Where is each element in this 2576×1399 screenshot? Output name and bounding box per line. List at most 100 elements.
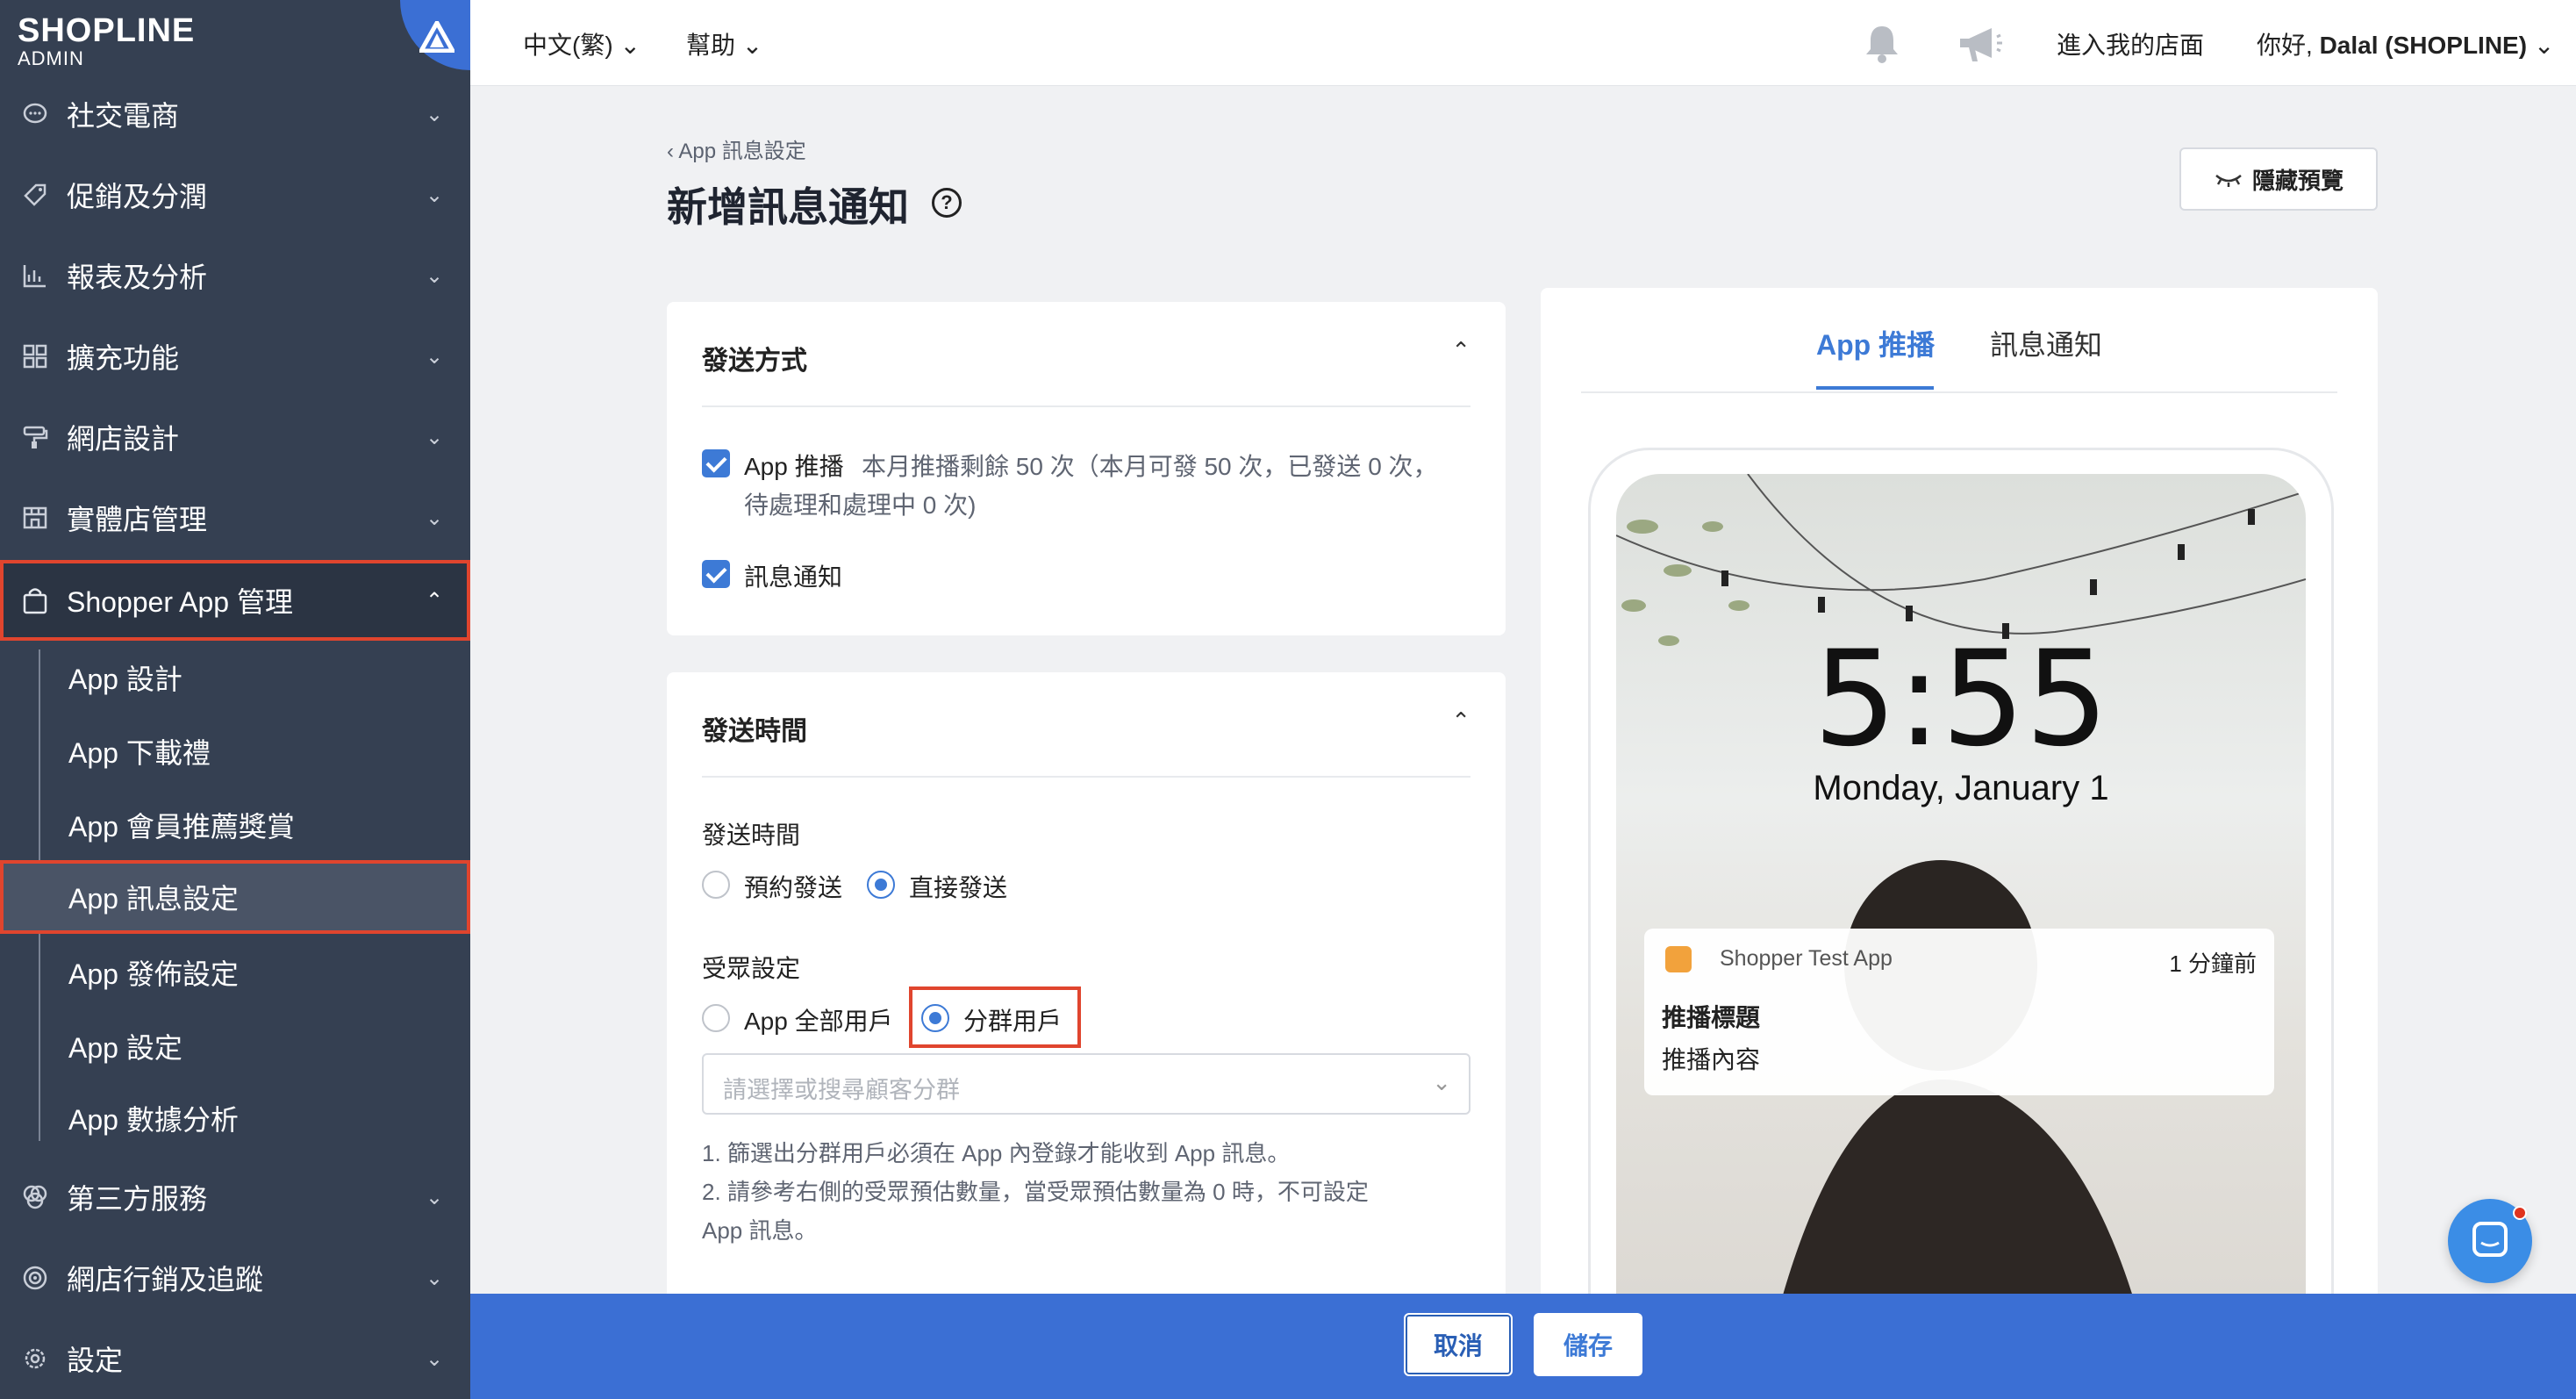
sidebar-item-label: 第三方服務 <box>67 1183 208 1215</box>
megaphone-icon[interactable] <box>1957 23 2004 69</box>
sidebar-subitem-app-settings[interactable]: App 設定 <box>0 1009 470 1083</box>
tab-message[interactable]: 訊息通知 <box>1990 323 2102 363</box>
gear-icon <box>19 1343 51 1374</box>
cancel-button[interactable]: 取消 <box>1404 1313 1513 1376</box>
notification-title: 推播標題 <box>1662 1004 1761 1031</box>
segment-label: 分群用戶 <box>963 1008 1063 1035</box>
hide-preview-button[interactable]: 隱藏預覽 <box>2179 147 2378 211</box>
app-push-quota-note: 本月推播剩餘 50 次（本月可發 50 次，已發送 0 次， <box>862 453 1438 480</box>
all-users-radio[interactable] <box>702 1004 730 1032</box>
app-icon <box>1665 946 1692 972</box>
sidebar-item-label: 設定 <box>67 1345 124 1376</box>
user-name: Dalal (SHOPLINE) <box>2319 32 2528 59</box>
chevron-down-icon: ⌄ <box>425 1266 444 1290</box>
question-circle-icon[interactable]: ? <box>932 188 962 218</box>
target-icon <box>19 1262 51 1294</box>
chevron-down-icon: ⌄ <box>425 344 444 369</box>
app-push-checkbox[interactable] <box>702 449 730 477</box>
sidebar-item-label: 網店設計 <box>67 423 180 455</box>
send-now-label: 直接發送 <box>909 874 1008 901</box>
segment-select[interactable]: 請選擇或搜尋顧客分群 ⌄ <box>702 1053 1470 1115</box>
note-3: App 訊息。 <box>702 1217 818 1244</box>
sidebar-item-label: 擴充功能 <box>67 342 180 374</box>
tabs-divider <box>1581 391 2337 393</box>
divider <box>702 776 1470 778</box>
audience-label: 受眾設定 <box>702 955 801 982</box>
lockscreen-date: Monday, January 1 <box>1813 769 2109 807</box>
chevron-up-icon[interactable]: ⌃ <box>1451 707 1470 735</box>
chevron-down-icon: ⌄ <box>425 102 444 126</box>
paint-brush-icon <box>19 421 51 453</box>
sidebar-subitem-app-referral[interactable]: App 會員推薦獎賞 <box>0 788 470 862</box>
sidebar-item-label: 社交電商 <box>67 100 180 132</box>
push-notification: Shopper Test App 1 分鐘前 推播標題 推播內容 <box>1644 929 2274 1095</box>
sidebar-item-label: 促銷及分潤 <box>67 181 208 212</box>
page-title: 新增訊息通知 <box>667 184 909 230</box>
bell-icon[interactable] <box>1862 23 1902 69</box>
sidebar-item-label: 報表及分析 <box>67 262 208 293</box>
sidebar-subitem-app-download-gift[interactable]: App 下載禮 <box>0 714 470 788</box>
tag-icon <box>19 179 51 211</box>
phone-screen: 5:55 Monday, January 1 Shopper Test App … <box>1616 474 2306 1399</box>
breadcrumb[interactable]: ‹ App 訊息設定 <box>667 133 806 164</box>
topbar: 中文(繁) ⌄ 幫助 ⌄ 進入我的店面 你好, Dalal (SHOPLINE)… <box>470 0 2576 86</box>
notification-app-name: Shopper Test App <box>1720 946 1893 971</box>
puzzle-icon <box>19 1181 51 1213</box>
send-now-radio[interactable] <box>867 871 895 899</box>
segment-radio[interactable] <box>921 1004 949 1032</box>
help-dropdown[interactable]: 幫助 ⌄ <box>686 26 762 61</box>
chevron-up-icon: ⌃ <box>425 588 444 613</box>
send-time-card: 發送時間 ⌃ 發送時間 預約發送 直接發送 受眾設定 App 全部用戶 分群用戶… <box>667 672 1506 1304</box>
tab-app-push[interactable]: App 推播 <box>1816 323 1935 363</box>
sidebar-item-retail-store[interactable]: 實體店管理 ⌄ <box>0 477 470 558</box>
chevron-down-icon: ⌄ <box>1432 1069 1451 1095</box>
message-label: 訊息通知 <box>744 563 843 591</box>
hide-preview-label: 隱藏預覽 <box>2251 167 2343 194</box>
all-users-label: App 全部用戶 <box>744 1008 893 1035</box>
sidebar-item-social-commerce[interactable]: 社交電商 ⌄ <box>0 74 470 154</box>
send-time-title: 發送時間 <box>702 717 807 746</box>
language-dropdown[interactable]: 中文(繁) ⌄ <box>523 26 640 61</box>
subitem-label: App 下載禮 <box>68 737 211 769</box>
chevron-up-icon[interactable]: ⌃ <box>1451 337 1470 364</box>
sidebar-item-store-design[interactable]: 網店設計 ⌄ <box>0 397 470 477</box>
save-button[interactable]: 儲存 <box>1534 1313 1642 1376</box>
subitem-label: App 設定 <box>68 1032 182 1064</box>
chevron-down-icon: ⌄ <box>425 263 444 288</box>
sidebar-item-promotions[interactable]: 促銷及分潤 ⌄ <box>0 154 470 235</box>
shopline-mark-icon <box>400 0 470 70</box>
sidebar-item-third-party[interactable]: 第三方服務 ⌄ <box>0 1157 470 1238</box>
sidebar-subitem-app-design[interactable]: App 設計 <box>0 641 470 714</box>
apps-grid-icon <box>19 341 51 372</box>
segment-placeholder: 請選擇或搜尋顧客分群 <box>723 1077 960 1103</box>
message-checkbox[interactable] <box>702 560 730 588</box>
sidebar-item-label: 實體店管理 <box>67 504 208 535</box>
chevron-down-icon: ⌄ <box>425 425 444 449</box>
app-push-label: App 推播 <box>744 453 844 480</box>
chevron-down-icon: ⌄ <box>425 1185 444 1209</box>
chart-icon <box>19 260 51 291</box>
sidebar-item-settings[interactable]: 設定 ⌄ <box>0 1318 470 1399</box>
enter-store-link[interactable]: 進入我的店面 <box>2057 26 2204 61</box>
send-method-title: 發送方式 <box>702 347 807 376</box>
scheduled-radio[interactable] <box>702 871 730 899</box>
sidebar-item-reports[interactable]: 報表及分析 ⌄ <box>0 235 470 316</box>
sidebar-item-shopper-app[interactable]: Shopper App 管理 ⌃ <box>0 560 470 641</box>
chevron-down-icon: ⌄ <box>741 32 763 59</box>
sidebar-item-extensions[interactable]: 擴充功能 ⌄ <box>0 316 470 397</box>
sidebar-subitem-app-message[interactable]: App 訊息設定 <box>0 860 470 934</box>
subitem-label: App 數據分析 <box>68 1104 239 1136</box>
eye-closed-icon <box>2215 175 2242 187</box>
subitem-label: App 會員推薦獎賞 <box>68 811 295 843</box>
app-push-quota-note-2: 待處理和處理中 0 次) <box>744 491 977 519</box>
brand-logo[interactable]: SHOPLINE <box>18 12 195 50</box>
note-1: 1. 篩選出分群用戶必須在 App 內登錄才能收到 App 訊息。 <box>702 1140 1291 1166</box>
sidebar-subitem-app-analytics[interactable]: App 數據分析 <box>0 1081 470 1155</box>
sidebar-subitem-app-publish[interactable]: App 發佈設定 <box>0 936 470 1009</box>
chat-bubble-icon <box>19 98 51 130</box>
sidebar-item-label: Shopper App 管理 <box>67 586 293 618</box>
user-menu[interactable]: 你好, Dalal (SHOPLINE) ⌄ <box>2257 26 2554 61</box>
help-label: 幫助 <box>686 32 736 59</box>
chevron-down-icon: ⌄ <box>425 183 444 207</box>
sidebar-item-marketing[interactable]: 網店行銷及追蹤 ⌄ <box>0 1238 470 1318</box>
